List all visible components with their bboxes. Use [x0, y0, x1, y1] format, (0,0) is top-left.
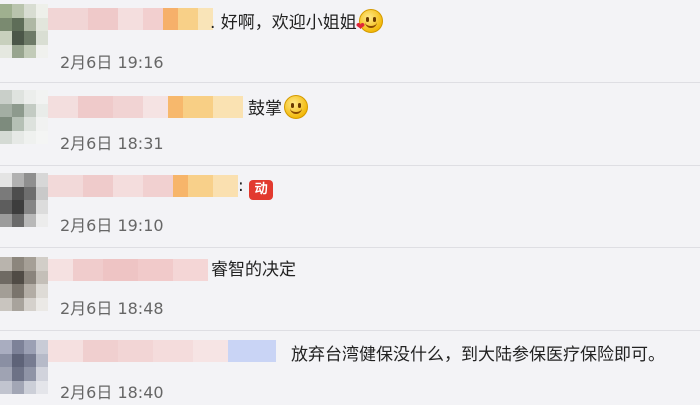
comment-text: 睿智的决定	[211, 260, 296, 280]
kiss-heart-emoji-icon: ❤	[356, 9, 383, 33]
comment-row: 睿智的决定 2月6日 18:48	[0, 247, 700, 331]
username-blurred[interactable]	[48, 175, 238, 197]
comment-row: 鼓掌 2月6日 18:31	[0, 82, 700, 166]
comment-feed: . 好啊，欢迎小姐姐 ❤ 2月6日 19:16 鼓掌 2月6日 18:31: …	[0, 0, 700, 405]
comment-timestamp: 2月6日 18:31	[60, 134, 164, 153]
comment-timestamp: 2月6日 18:40	[60, 383, 164, 402]
avatar[interactable]	[0, 257, 48, 311]
comment-row: : 动 2月6日 19:10	[0, 165, 700, 248]
username-blurred[interactable]	[48, 340, 276, 362]
comment-timestamp: 2月6日 19:10	[60, 216, 164, 235]
avatar[interactable]	[0, 90, 48, 144]
avatar[interactable]	[0, 173, 48, 227]
username-blurred[interactable]	[48, 259, 208, 281]
comment-text: 鼓掌	[248, 95, 308, 120]
comment-text: 放弃台湾健保没什么，到大陆参保医疗保险即可。	[291, 345, 665, 365]
comment-text: : 动	[238, 175, 274, 200]
comment-text: . 好啊，欢迎小姐姐 ❤	[210, 9, 383, 34]
username-blurred[interactable]	[48, 96, 243, 118]
move-sticker-icon: 动	[249, 180, 274, 200]
username-blurred[interactable]	[48, 8, 213, 30]
comment-timestamp: 2月6日 18:48	[60, 299, 164, 318]
comment-row: . 好啊，欢迎小姐姐 ❤ 2月6日 19:16	[0, 0, 700, 83]
avatar[interactable]	[0, 4, 48, 58]
comment-timestamp: 2月6日 19:16	[60, 53, 164, 72]
comment-row: 放弃台湾健保没什么，到大陆参保医疗保险即可。 2月6日 18:40	[0, 330, 700, 405]
avatar[interactable]	[0, 340, 48, 394]
clapping-smile-emoji-icon	[284, 95, 308, 119]
